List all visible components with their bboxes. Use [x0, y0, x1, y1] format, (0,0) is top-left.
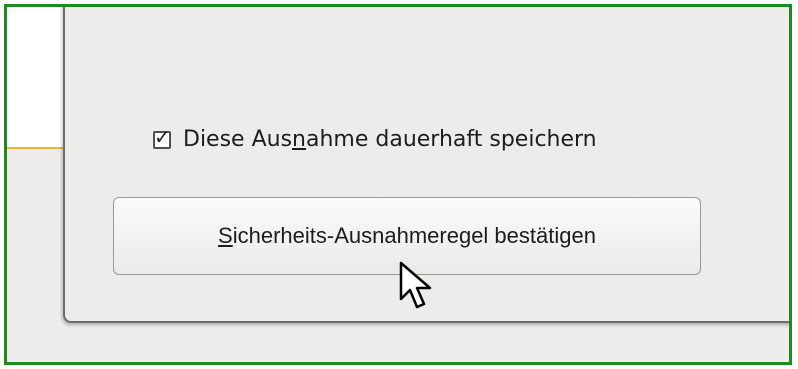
- check-mark-icon: ✓: [154, 124, 171, 149]
- button-label-mnemonic: S: [218, 223, 233, 248]
- checkbox-label: Diese Ausnahme dauerhaft speichern: [183, 127, 597, 152]
- screenshot-frame: ✓ Diese Ausnahme dauerhaft speichern Sic…: [4, 4, 792, 365]
- checkbox-label-part: ahme dauerhaft speichern: [306, 127, 597, 152]
- background-accent-line: [7, 147, 67, 149]
- mouse-pointer-icon: [399, 261, 432, 309]
- button-label: icherheits-Ausnahmeregel bestätigen: [232, 223, 596, 248]
- permanent-exception-option[interactable]: ✓ Diese Ausnahme dauerhaft speichern: [153, 127, 597, 152]
- background-page: [7, 7, 67, 147]
- permanent-exception-checkbox[interactable]: ✓: [153, 127, 171, 149]
- checkbox-label-mnemonic: n: [292, 127, 306, 152]
- checkbox-label-part: Diese Aus: [183, 127, 293, 152]
